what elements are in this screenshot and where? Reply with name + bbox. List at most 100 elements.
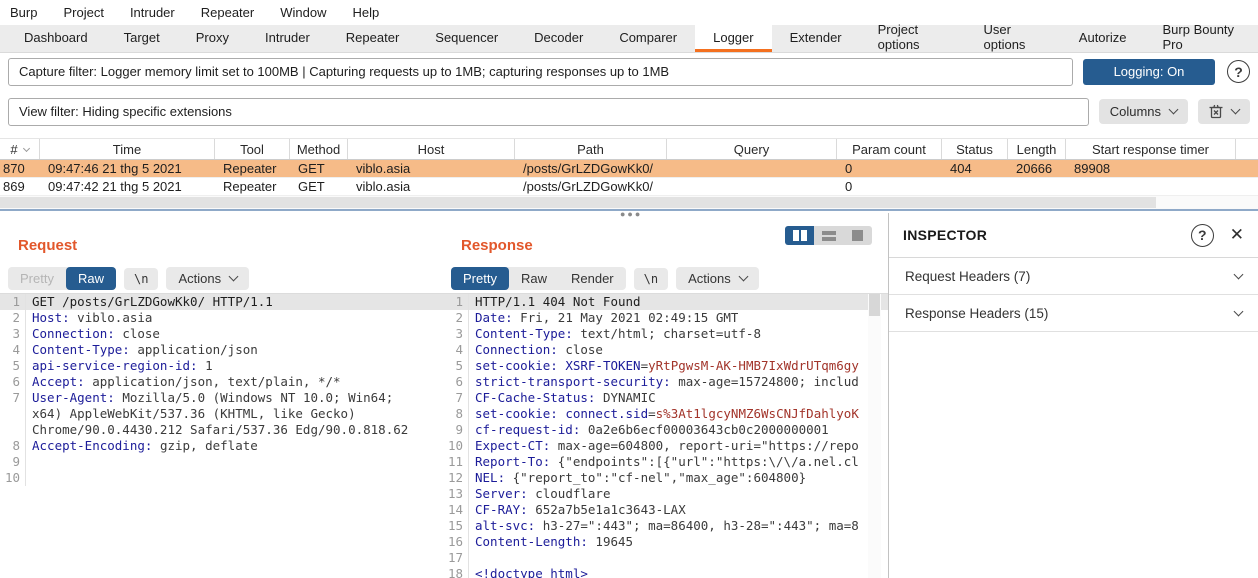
- view-filter-bar[interactable]: View filter: Hiding specific extensions: [8, 97, 1089, 126]
- request-actions-button[interactable]: Actions: [166, 267, 250, 290]
- tab-target[interactable]: Target: [106, 25, 178, 52]
- trash-icon: [1209, 104, 1223, 119]
- view-filter-row: View filter: Hiding specific extensions …: [0, 97, 1258, 126]
- cell-index: 870: [3, 161, 25, 176]
- close-icon[interactable]: ✕: [1230, 225, 1244, 245]
- log-table: # Time Tool Method Host Path Query Param count S…: [0, 138, 1258, 213]
- tab-raw[interactable]: Raw: [65, 267, 116, 290]
- tab-dashboard[interactable]: Dashboard: [6, 25, 106, 52]
- newline-toggle-button[interactable]: \n: [633, 267, 669, 290]
- column-header-path[interactable]: Path: [515, 139, 667, 159]
- column-header-method[interactable]: Method: [290, 139, 348, 159]
- code-line: 5 api-service-region-id: 1: [0, 358, 443, 374]
- help-icon[interactable]: ?: [1190, 223, 1214, 247]
- menu-item-intruder[interactable]: Intruder: [130, 5, 175, 20]
- request-editor[interactable]: 1 GET /posts/GrLZDGowKk0/ HTTP/1.1 2 Host: …: [0, 293, 443, 578]
- menu-item-project[interactable]: Project: [63, 5, 103, 20]
- inspector-title: INSPECTOR: [903, 227, 988, 243]
- code-line: 2 Date: Fri, 21 May 2021 02:49:15 GMT: [443, 310, 888, 326]
- split-drag-handle-icon[interactable]: ●●●: [620, 210, 642, 219]
- line-number: [0, 406, 26, 422]
- line-number: 5: [443, 358, 469, 374]
- inspector-section-response-headers[interactable]: Response Headers (15): [889, 295, 1258, 332]
- editor-layout-buttons: [785, 226, 872, 245]
- request-panel-title: Request: [18, 237, 78, 254]
- line-number: 1: [443, 294, 469, 310]
- tab-project-options[interactable]: Project options: [860, 22, 966, 52]
- cell-tool: Repeater: [223, 179, 277, 194]
- column-header-param-count[interactable]: Param count: [837, 139, 942, 159]
- menu-item-window[interactable]: Window: [280, 5, 326, 20]
- vertical-scrollbar[interactable]: [868, 294, 881, 578]
- code-line: 17: [443, 550, 888, 566]
- cell-start-response-timer: 89908: [1074, 161, 1111, 176]
- single-pane-icon[interactable]: [843, 226, 872, 245]
- menu-item-help[interactable]: Help: [352, 5, 379, 20]
- code-line: Chrome/90.0.4430.212 Safari/537.36 Edg/9…: [0, 422, 443, 438]
- column-header-start-response-timer[interactable]: Start response timer: [1066, 139, 1236, 159]
- tab-decoder[interactable]: Decoder: [516, 25, 601, 52]
- cell-status: 404: [950, 161, 972, 176]
- menu-item-burp[interactable]: Burp: [10, 5, 37, 20]
- tab-raw[interactable]: Raw: [509, 267, 559, 290]
- tab-user-options[interactable]: User options: [966, 22, 1061, 52]
- table-row[interactable]: 869 09:47:42 21 thg 5 2021 Repeater GET vibl…: [0, 178, 1258, 196]
- tab-repeater[interactable]: Repeater: [328, 25, 417, 52]
- code-line: 9 cf-request-id: 0a2e6b6ecf00003643cb0c20…: [443, 422, 888, 438]
- tab-burp-bounty-pro[interactable]: Burp Bounty Pro: [1145, 22, 1258, 52]
- code-line: 4 Connection: close: [443, 342, 888, 358]
- vertical-scrollbar-thumb[interactable]: [869, 294, 880, 316]
- table-row[interactable]: 870 09:47:46 21 thg 5 2021 Repeater GET vibl…: [0, 160, 1258, 178]
- split-rows-icon[interactable]: [814, 226, 843, 245]
- columns-dropdown-button[interactable]: Columns: [1098, 99, 1188, 124]
- tab-proxy[interactable]: Proxy: [178, 25, 247, 52]
- code-line: 10 Expect-CT: max-age=604800, report-uri=…: [443, 438, 888, 454]
- column-header-length[interactable]: Length: [1008, 139, 1066, 159]
- split-columns-icon[interactable]: [785, 226, 814, 245]
- line-number: 10: [443, 438, 469, 454]
- inspector-panel: INSPECTOR ? ✕ Request Headers (7) Respons…: [888, 213, 1258, 578]
- column-header-query[interactable]: Query: [667, 139, 837, 159]
- inspector-section-request-headers[interactable]: Request Headers (7): [889, 258, 1258, 295]
- column-header-status[interactable]: Status: [942, 139, 1008, 159]
- horizontal-scrollbar-thumb[interactable]: [0, 197, 1156, 208]
- response-actions-button[interactable]: Actions: [676, 267, 759, 290]
- tab-render[interactable]: Render: [559, 267, 626, 290]
- code-line: 13 Server: cloudflare: [443, 486, 888, 502]
- code-line: 16 Content-Length: 19645: [443, 534, 888, 550]
- cell-time: 09:47:46 21 thg 5 2021: [48, 161, 182, 176]
- line-number: 8: [0, 438, 26, 454]
- chevron-down-icon: [1233, 306, 1244, 316]
- cell-path: /posts/GrLZDGowKk0/: [523, 179, 654, 194]
- line-number: 16: [443, 534, 469, 550]
- chevron-down-icon: [228, 271, 239, 282]
- capture-filter-bar[interactable]: Capture filter: Logger memory limit set …: [8, 57, 1073, 86]
- column-header-index[interactable]: #: [0, 139, 40, 159]
- tab-pretty[interactable]: Pretty: [451, 267, 509, 290]
- line-number: 2: [0, 310, 26, 326]
- column-header-tool[interactable]: Tool: [215, 139, 290, 159]
- tab-logger[interactable]: Logger: [695, 25, 772, 52]
- clear-log-dropdown-button[interactable]: [1198, 99, 1250, 124]
- response-editor[interactable]: 1 HTTP/1.1 404 Not Found 2 Date: Fri, 21 Ma…: [443, 293, 888, 578]
- newline-toggle-button[interactable]: \n: [123, 267, 159, 290]
- tab-comparer[interactable]: Comparer: [601, 25, 695, 52]
- horizontal-scrollbar[interactable]: [0, 196, 1258, 209]
- tab-pretty[interactable]: Pretty: [8, 267, 66, 290]
- column-header-host[interactable]: Host: [348, 139, 515, 159]
- line-number: [0, 422, 26, 438]
- logging-toggle-button[interactable]: Logging: On: [1083, 58, 1215, 85]
- code-line: 3 Content-Type: text/html; charset=utf-8: [443, 326, 888, 342]
- code-line: 18 <!doctype html>: [443, 566, 888, 578]
- menu-item-repeater[interactable]: Repeater: [201, 5, 254, 20]
- line-number: 8: [443, 406, 469, 422]
- tab-intruder[interactable]: Intruder: [247, 25, 328, 52]
- code-line: 7 CF-Cache-Status: DYNAMIC: [443, 390, 888, 406]
- help-icon[interactable]: ?: [1227, 60, 1250, 83]
- chevron-down-icon: [1168, 104, 1179, 115]
- tab-extender[interactable]: Extender: [772, 25, 860, 52]
- column-header-time[interactable]: Time: [40, 139, 215, 159]
- code-line: 8 set-cookie: connect.sid=s%3At1lgcyNMZ6W…: [443, 406, 888, 422]
- tab-sequencer[interactable]: Sequencer: [417, 25, 516, 52]
- tab-autorize[interactable]: Autorize: [1061, 25, 1145, 52]
